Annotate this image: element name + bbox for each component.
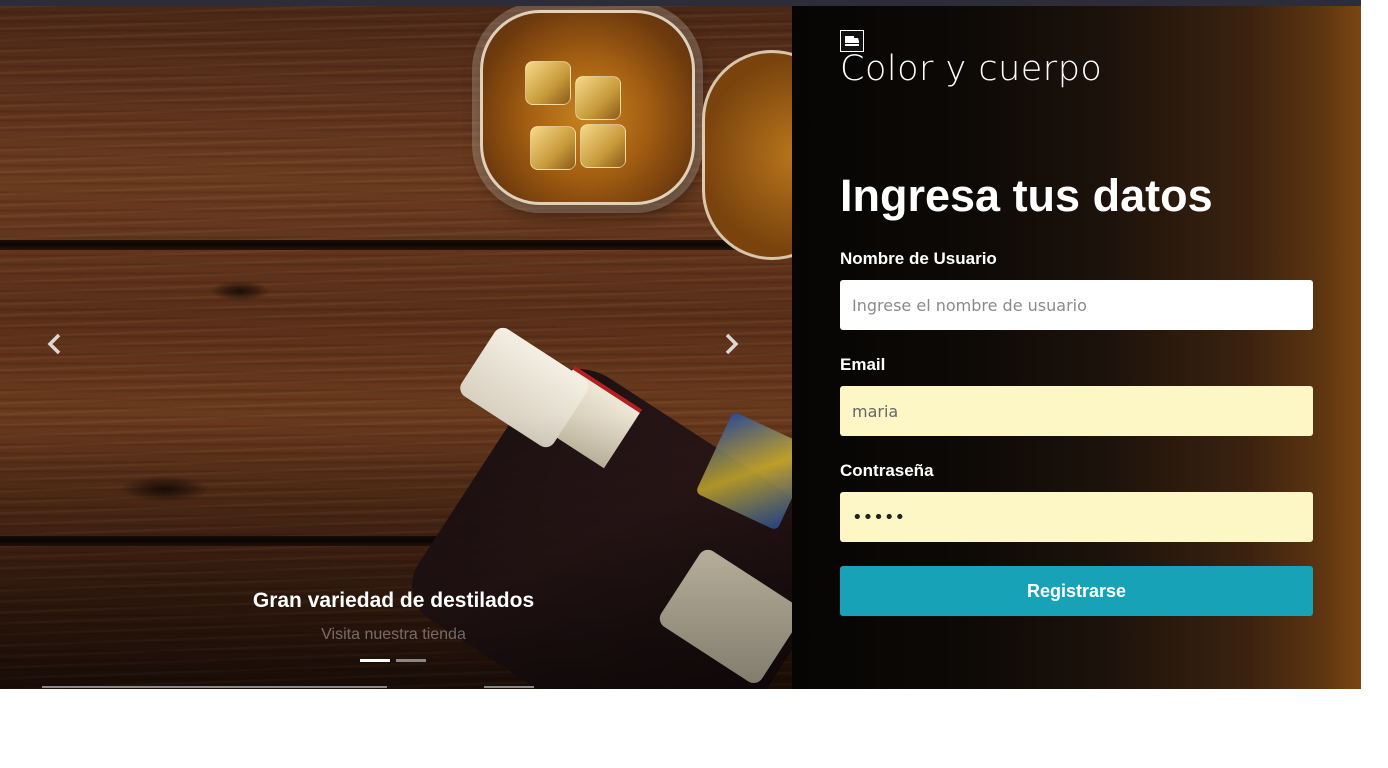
password-input[interactable] <box>840 492 1313 542</box>
caption-shade <box>0 6 792 689</box>
carousel-caption-subtitle: Visita nuestra tienda <box>321 626 466 643</box>
email-label: Email <box>840 355 886 374</box>
carousel-prev-button[interactable] <box>40 331 70 365</box>
username-label: Nombre de Usuario <box>840 249 997 268</box>
carousel-indicator-1[interactable] <box>360 659 390 662</box>
username-input[interactable] <box>840 280 1313 330</box>
carousel-indicators <box>360 659 426 662</box>
image-carousel: Gran variedad de destilados Visita nuest… <box>0 6 792 689</box>
page-divider <box>484 686 534 688</box>
password-label: Contraseña <box>840 461 934 480</box>
chevron-left-icon <box>47 333 61 355</box>
carousel-caption-title: Gran variedad de destilados <box>252 589 535 612</box>
brand-name: Color y cuerpo <box>840 49 1103 89</box>
register-button[interactable]: Registrarse <box>840 566 1313 616</box>
form-title: Ingresa tus datos <box>840 170 1213 221</box>
chevron-right-icon <box>725 333 739 355</box>
carousel-indicator-2[interactable] <box>396 659 426 662</box>
email-input[interactable] <box>840 386 1313 436</box>
page-divider <box>42 686 387 688</box>
carousel-next-button[interactable] <box>716 331 746 365</box>
register-panel: Color y cuerpo Ingresa tus datos Nombre … <box>792 6 1361 689</box>
